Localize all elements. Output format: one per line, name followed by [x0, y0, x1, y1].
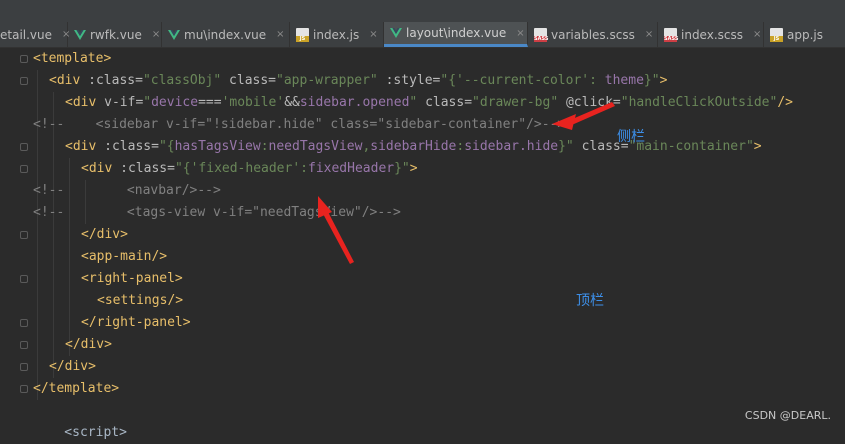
vue-icon — [390, 28, 402, 38]
js-file-icon: JS — [770, 27, 783, 42]
close-icon[interactable]: × — [276, 29, 284, 40]
sidebar-arrow — [552, 102, 615, 130]
tab-layout-index-vue[interactable]: layout\index.vue × — [384, 22, 528, 47]
sidebar-annotation: 侧栏 — [617, 129, 645, 145]
vue-icon — [74, 29, 86, 40]
tab-app-js[interactable]: JS app.js — [764, 22, 845, 47]
close-icon[interactable]: × — [645, 29, 653, 40]
close-icon[interactable]: × — [516, 28, 524, 39]
vue-icon — [168, 29, 180, 40]
tab-label: layout\index.vue — [406, 26, 507, 40]
code-editor[interactable]: <template> <div :class="classObj" class=… — [0, 48, 845, 440]
close-icon[interactable]: × — [152, 29, 160, 40]
tab-label: app.js — [787, 27, 823, 42]
tab-index-js[interactable]: JS index.js × — [290, 22, 384, 47]
tab-label: index.js — [313, 27, 360, 42]
tab-label: mu\index.vue — [184, 27, 267, 42]
tab-variables-scss[interactable]: SASS variables.scss × — [528, 22, 658, 47]
close-icon[interactable]: × — [369, 29, 377, 40]
sass-file-icon: SASS — [534, 27, 548, 42]
editor-tab-bar: etail.vue × rwfk.vue × mu\index.vue × JS… — [0, 0, 845, 48]
topbar-arrow — [318, 196, 354, 264]
tab-label: variables.scss — [551, 27, 635, 42]
sass-file-icon: SASS — [664, 27, 678, 42]
tab-label: etail.vue — [0, 27, 53, 42]
topbar-annotation: 顶栏 — [576, 293, 604, 309]
close-icon[interactable]: × — [753, 29, 761, 40]
annotation-arrows — [318, 102, 615, 264]
tab-rwfk-vue[interactable]: rwfk.vue × — [68, 22, 162, 47]
js-file-icon: JS — [296, 27, 309, 42]
tab-etail-vue[interactable]: etail.vue × — [0, 22, 70, 47]
tab-index-scss[interactable]: SASS index.scss × — [658, 22, 764, 47]
watermark: CSDN @DEARL. — [744, 409, 831, 422]
tab-mu-index-vue[interactable]: mu\index.vue × — [162, 22, 290, 47]
tab-label: rwfk.vue — [90, 27, 142, 42]
tab-label: index.scss — [681, 27, 743, 42]
